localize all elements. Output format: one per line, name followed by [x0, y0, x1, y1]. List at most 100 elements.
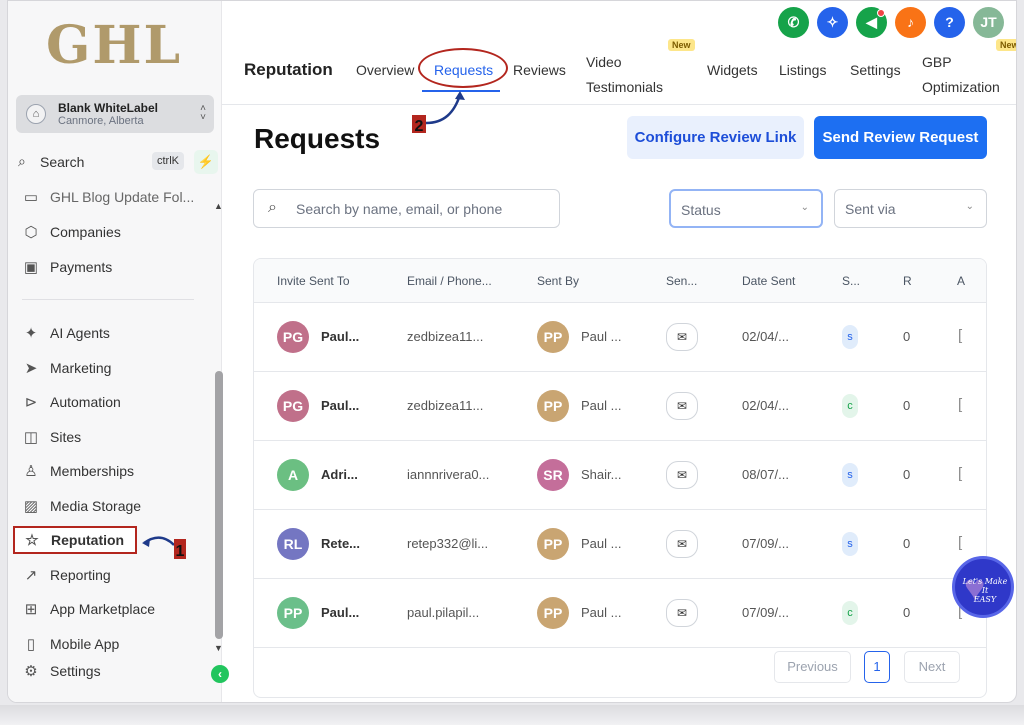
mail-icon: ✉ — [666, 392, 698, 420]
sparkle-icon[interactable]: ✧ — [817, 7, 848, 38]
tab-gbp-optimization[interactable]: GBP Optimization — [922, 50, 1000, 100]
search-input[interactable] — [296, 198, 551, 220]
column-header[interactable]: Invite Sent To — [277, 274, 350, 288]
chevron-down-icon: ⌄ — [965, 201, 974, 212]
avatar: RL — [277, 528, 309, 560]
tab-settings[interactable]: Settings — [850, 62, 901, 78]
sidebar-item-automation[interactable]: ⊳ Automation — [20, 388, 205, 416]
action-icon[interactable]: [ — [958, 465, 962, 482]
quick-action-button[interactable]: ⚡ — [194, 150, 218, 174]
table-row[interactable]: PG Paul... zedbizea11... PP Paul ... ✉ 02/04/.… — [254, 372, 986, 441]
gear-icon: ⚙ — [24, 663, 38, 680]
sidebar-item-label: Marketing — [50, 360, 112, 376]
send-review-request-button[interactable]: Send Review Request — [814, 116, 987, 159]
table-row[interactable]: PP Paul... paul.pilapil... PP Paul ... ✉ 07/09… — [254, 579, 986, 648]
status-filter[interactable]: Status ⌄ — [669, 189, 823, 228]
tab-reviews[interactable]: Reviews — [513, 62, 566, 78]
account-switcher[interactable]: ⌂ Blank WhiteLabel Canmore, Alberta ˄ ˅ — [16, 95, 214, 133]
sidebar-item-settings[interactable]: ⚙ Settings — [20, 657, 205, 685]
user-avatar[interactable]: JT — [973, 7, 1004, 38]
tab-widgets[interactable]: Widgets — [707, 62, 758, 78]
sidebar-item-memberships[interactable]: ♙ Memberships — [20, 457, 205, 485]
sent-via-filter-label: Sent via — [845, 201, 896, 217]
sidebar-item-payments[interactable]: ▣ Payments — [20, 253, 205, 281]
tab-video-testimonials[interactable]: Video Testimonials — [586, 50, 663, 100]
sent-via-filter[interactable]: Sent via ⌄ — [834, 189, 987, 228]
sidebar-item-label: Automation — [50, 394, 121, 410]
review-count: 0 — [903, 605, 911, 620]
action-icon[interactable]: [ — [958, 534, 962, 551]
tab-label-line1: Video — [586, 54, 622, 70]
status-badge: s — [842, 463, 858, 487]
sidebar-item-marketing[interactable]: ➤ Marketing — [20, 354, 205, 382]
table-row[interactable]: RL Rete... retep332@li... PP Paul ... ✉ 07/09/… — [254, 510, 986, 579]
invitee-name[interactable]: Paul... — [321, 605, 359, 620]
sidebar-item-label: GHL Blog Update Fol... — [50, 189, 195, 205]
sidebar-item-ai-agents[interactable]: ✦ AI Agents — [20, 319, 205, 347]
megaphone-icon[interactable]: ◀ — [856, 7, 887, 38]
phone-icon: ▯ — [26, 636, 36, 653]
sidebar-search-label: Search — [40, 154, 85, 170]
column-header[interactable]: A — [957, 274, 965, 288]
table-row[interactable]: A Adri... iannnrivera0... SR Shair... ✉ 08/07/… — [254, 441, 986, 510]
sidebar-item-app-marketplace[interactable]: ⊞ App Marketplace — [20, 595, 205, 623]
annotation-step-2: 2 — [412, 91, 465, 134]
notification-dot — [877, 9, 885, 17]
date-sent: 02/04/... — [742, 398, 789, 413]
tab-listings[interactable]: Listings — [779, 62, 826, 78]
column-header[interactable]: Sen... — [666, 274, 697, 288]
window-shadow — [0, 705, 1024, 725]
previous-page-button[interactable]: Previous — [774, 651, 851, 683]
new-badge: New — [996, 39, 1016, 51]
next-page-button[interactable]: Next — [904, 651, 960, 683]
avatar: SR — [537, 459, 569, 491]
search-shortcut: ctrlK — [152, 152, 184, 170]
sidebar-scrollbar[interactable]: ▲ ▼ — [214, 201, 224, 656]
collapse-sidebar-button[interactable]: ‹ — [211, 665, 229, 683]
page-number-button[interactable]: 1 — [864, 651, 890, 683]
scroll-up-icon[interactable]: ▲ — [214, 201, 223, 211]
badge-icon: ♙ — [24, 463, 38, 480]
sidebar-item-media-storage[interactable]: ▨ Media Storage — [20, 492, 205, 520]
action-icon[interactable]: [ — [958, 327, 962, 344]
sidebar-item-label: Companies — [50, 224, 121, 240]
sender-name: Paul ... — [581, 329, 622, 344]
search-icon: ⌕ — [268, 199, 277, 216]
invitee-name[interactable]: Rete... — [321, 536, 360, 551]
phone-icon[interactable]: ✆ — [778, 7, 809, 38]
sidebar-item-mobile-app[interactable]: ▯ Mobile App — [20, 630, 205, 658]
tab-overview[interactable]: Overview — [356, 62, 414, 78]
sidebar-item-label: Mobile App — [50, 636, 120, 652]
column-header[interactable]: S... — [842, 274, 860, 288]
configure-review-link-button[interactable]: Configure Review Link — [627, 116, 804, 159]
play-circle-icon: ⊳ — [24, 394, 38, 411]
annotation-highlight-oval — [418, 48, 508, 88]
help-icon[interactable]: ? — [934, 7, 965, 38]
star-icon: ☆ — [25, 532, 39, 549]
status-badge: s — [842, 532, 858, 556]
sidebar-search[interactable]: ⌕ Search ctrlK ⚡ — [16, 150, 218, 176]
bell-icon[interactable]: ♪ — [895, 7, 926, 38]
table-row[interactable]: PG Paul... zedbizea11... PP Paul ... ✉ 02/04/.… — [254, 303, 986, 372]
sidebar-item-blog[interactable]: ▭ GHL Blog Update Fol... — [20, 186, 205, 211]
invitee-contact: zedbizea11... — [407, 398, 484, 413]
scroll-down-icon[interactable]: ▼ — [214, 643, 223, 653]
avatar: PG — [277, 390, 309, 422]
invitee-name[interactable]: Adri... — [321, 467, 358, 482]
column-header[interactable]: R — [903, 274, 912, 288]
avatar: PP — [537, 597, 569, 629]
column-header[interactable]: Email / Phone... — [407, 274, 492, 288]
column-header[interactable]: Sent By — [537, 274, 579, 288]
sidebar-item-sites[interactable]: ◫ Sites — [20, 423, 205, 451]
requests-table: Invite Sent To Email / Phone... Sent By … — [253, 258, 987, 698]
column-header[interactable]: Date Sent — [742, 274, 795, 288]
sidebar-item-companies[interactable]: ⬡ Companies — [20, 218, 205, 246]
scrollbar-thumb[interactable] — [215, 371, 223, 639]
invitee-name[interactable]: Paul... — [321, 329, 359, 344]
sidebar-item-reputation[interactable]: ☆ Reputation — [13, 526, 137, 554]
sidebar-item-reporting[interactable]: ↗ Reporting — [20, 561, 205, 589]
reputation-tabs: Reputation Overview Requests Reviews Vid… — [222, 39, 1016, 101]
invitee-name[interactable]: Paul... — [321, 398, 359, 413]
action-icon[interactable]: [ — [958, 396, 962, 413]
chevron-down-icon: ⌄ — [800, 202, 809, 213]
